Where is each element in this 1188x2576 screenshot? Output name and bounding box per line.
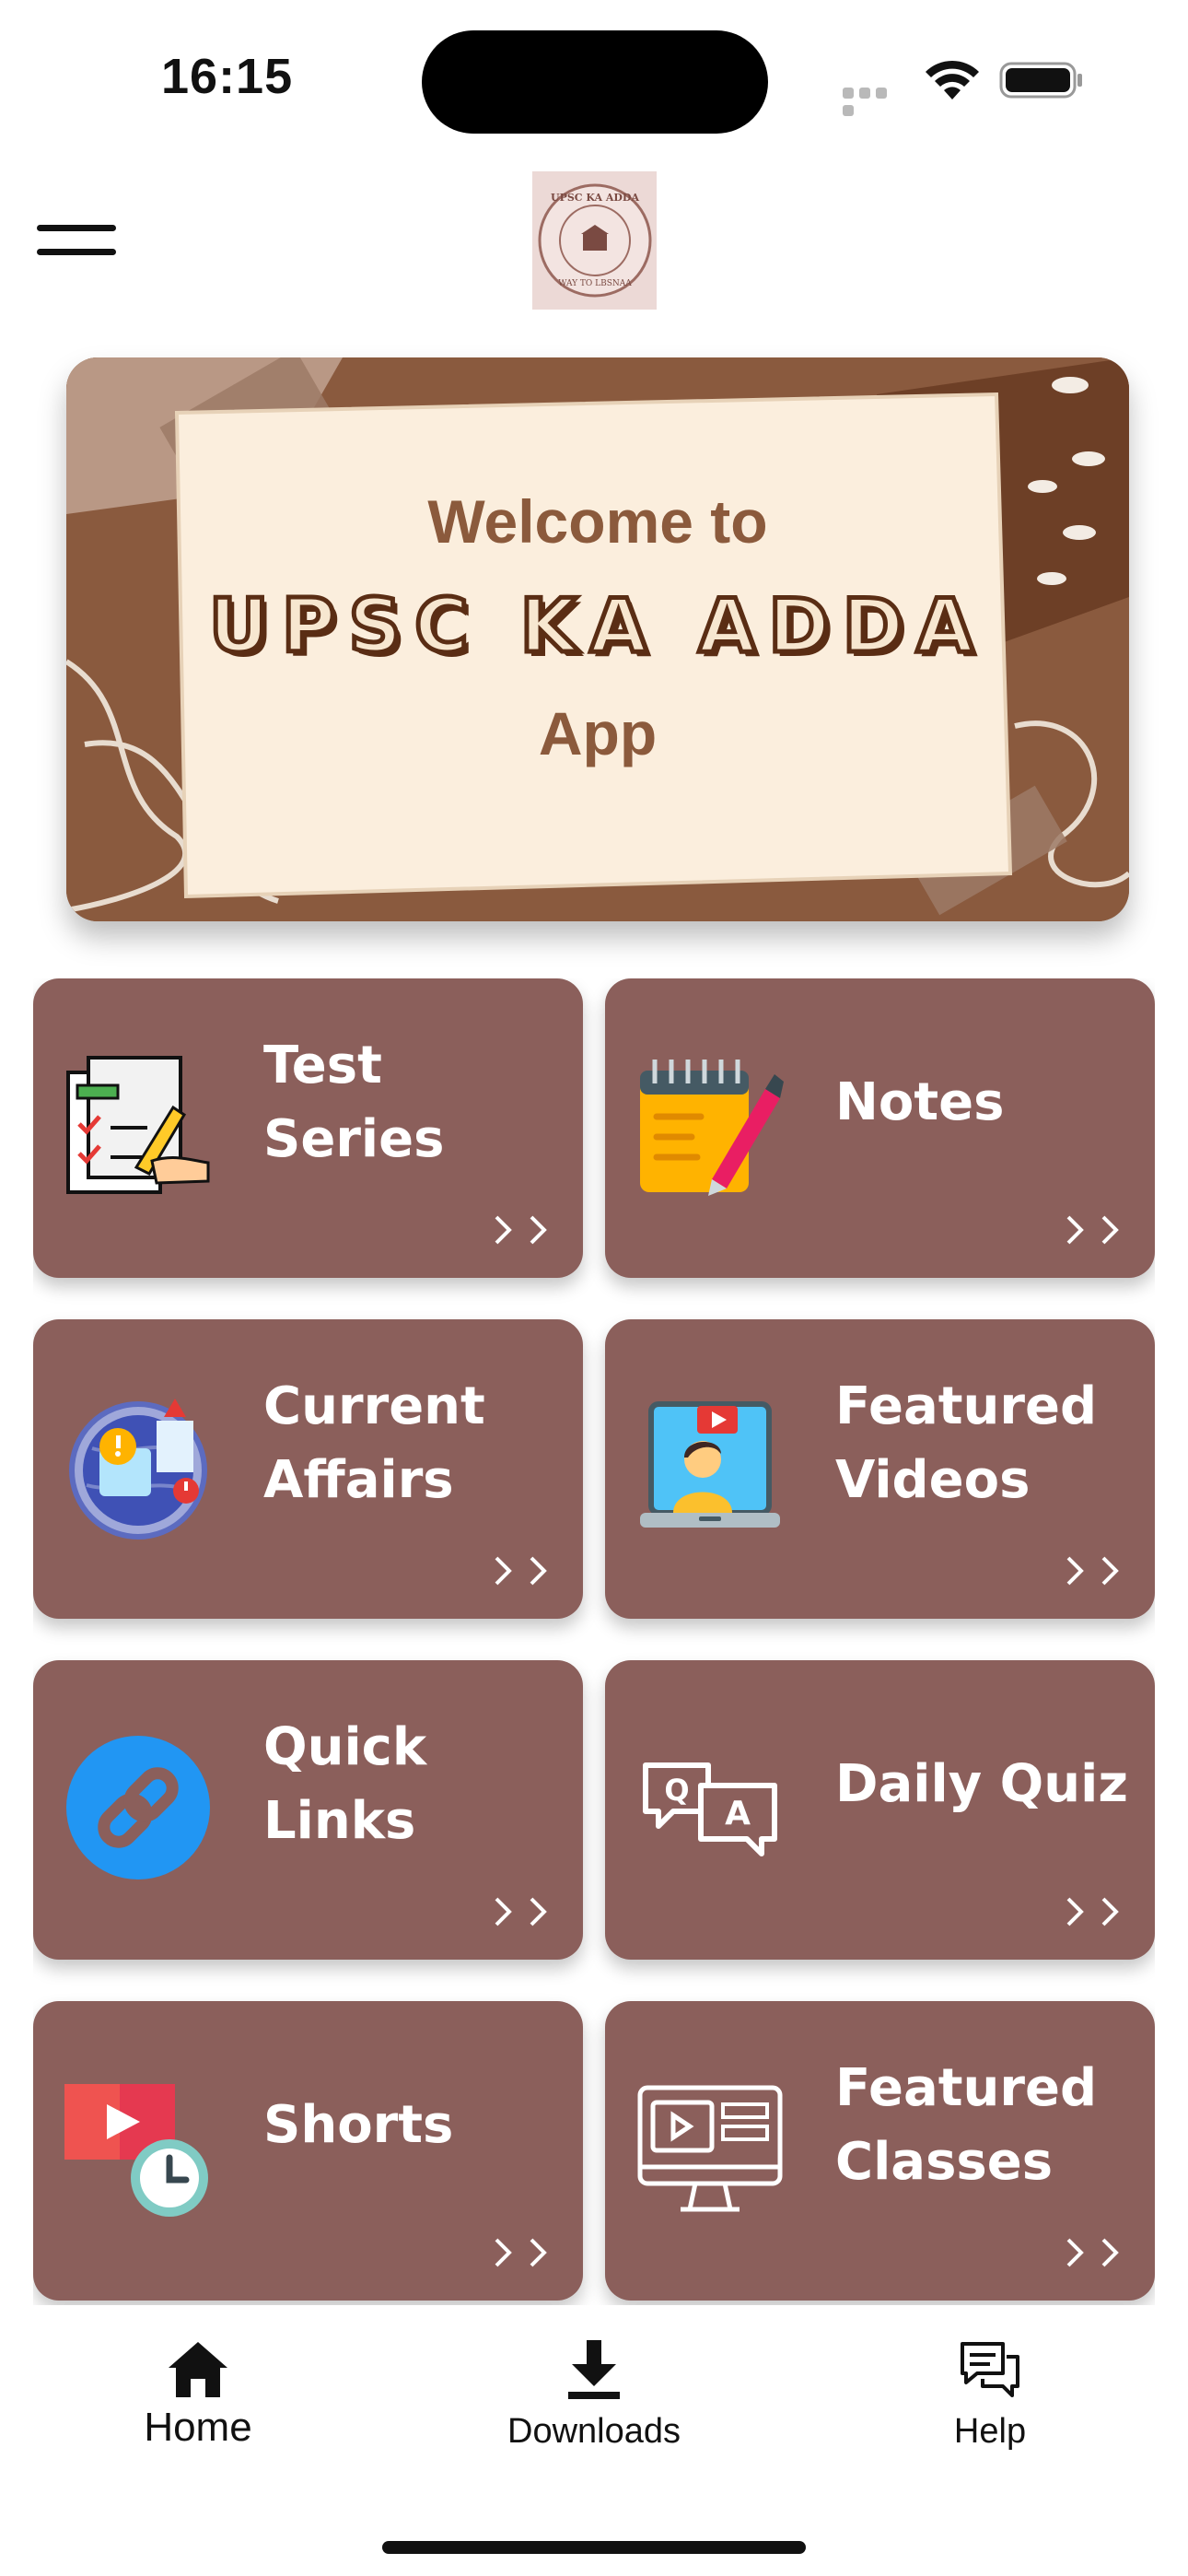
tile-notes[interactable]: Notes bbox=[605, 978, 1155, 1278]
tile-label: Notes bbox=[835, 1072, 1005, 1132]
nav-label: Downloads bbox=[507, 2412, 681, 2451]
tile-label: Featured Videos bbox=[835, 1376, 1098, 1510]
wifi-icon bbox=[926, 60, 979, 100]
quiz-icon: Q A bbox=[643, 1762, 777, 1856]
battery-icon bbox=[999, 62, 1082, 99]
double-chevron-right-icon bbox=[1066, 1556, 1119, 1586]
double-chevron-right-icon bbox=[495, 1556, 547, 1586]
tile-test-series[interactable]: Test Series bbox=[33, 978, 583, 1278]
logo-emblem-icon: UPSC KA ADDA WAY TO LBSNAA bbox=[538, 183, 651, 298]
svg-text:Q: Q bbox=[664, 1773, 689, 1808]
hamburger-menu-button[interactable] bbox=[37, 221, 120, 260]
app-logo: UPSC KA ADDA WAY TO LBSNAA bbox=[532, 171, 657, 310]
status-bar: 16:15 bbox=[0, 0, 1188, 147]
tile-label: Test Series bbox=[263, 1036, 445, 1169]
home-indicator[interactable] bbox=[382, 2541, 806, 2554]
tile-featured-videos[interactable]: Featured Videos bbox=[605, 1319, 1155, 1619]
featured-videos-icon bbox=[640, 1401, 780, 1528]
welcome-banner: Welcome to UPSC KA ADDA App bbox=[66, 357, 1129, 921]
feature-grid: Test Series Notes Current Affairs Featur… bbox=[33, 978, 1155, 2305]
notes-icon bbox=[640, 1060, 784, 1196]
svg-text:A: A bbox=[725, 1795, 751, 1832]
logo-top-text: UPSC KA ADDA bbox=[550, 192, 638, 204]
nav-label: Home bbox=[144, 2405, 252, 2450]
test-series-icon bbox=[66, 1056, 210, 1194]
double-chevron-right-icon bbox=[495, 1897, 547, 1926]
cellular-signal-icon bbox=[843, 85, 907, 116]
current-affairs-icon bbox=[69, 1399, 207, 1540]
tile-shorts[interactable]: Shorts bbox=[33, 2001, 583, 2301]
tile-label: Shorts bbox=[263, 2095, 454, 2155]
nav-downloads[interactable]: Downloads bbox=[479, 2340, 709, 2497]
link-icon bbox=[66, 1736, 210, 1879]
status-time: 16:15 bbox=[161, 49, 294, 104]
nav-label: Help bbox=[953, 2412, 1027, 2451]
download-icon bbox=[568, 2340, 620, 2399]
home-icon bbox=[169, 2342, 227, 2397]
banner-welcome-text: Welcome to bbox=[427, 487, 768, 556]
tile-label: Daily Quiz bbox=[835, 1754, 1128, 1814]
tile-label: Current Affairs bbox=[263, 1376, 485, 1510]
double-chevron-right-icon bbox=[495, 2238, 547, 2267]
tile-label: Quick Links bbox=[263, 1717, 427, 1851]
tile-current-affairs[interactable]: Current Affairs bbox=[33, 1319, 583, 1619]
dynamic-island bbox=[422, 30, 768, 134]
banner-app-text: App bbox=[538, 699, 658, 767]
shorts-icon bbox=[64, 2084, 208, 2217]
nav-help[interactable]: Help bbox=[875, 2340, 1105, 2497]
double-chevron-right-icon bbox=[495, 1215, 547, 1245]
tile-featured-classes[interactable]: Featured Classes bbox=[605, 2001, 1155, 2301]
tile-daily-quiz[interactable]: Q A Daily Quiz bbox=[605, 1660, 1155, 1960]
double-chevron-right-icon bbox=[1066, 1215, 1119, 1245]
bottom-navigation: Home Downloads Help bbox=[0, 2322, 1188, 2576]
banner-brand-text: UPSC KA ADDA bbox=[206, 581, 987, 672]
tile-label: Featured Classes bbox=[835, 2058, 1098, 2192]
chat-icon bbox=[961, 2342, 1019, 2397]
nav-home[interactable]: Home bbox=[83, 2340, 313, 2497]
double-chevron-right-icon bbox=[1066, 2238, 1119, 2267]
featured-classes-icon bbox=[637, 2085, 783, 2212]
double-chevron-right-icon bbox=[1066, 1897, 1119, 1926]
tile-quick-links[interactable]: Quick Links bbox=[33, 1660, 583, 1960]
logo-bottom-text: WAY TO LBSNAA bbox=[558, 279, 632, 288]
